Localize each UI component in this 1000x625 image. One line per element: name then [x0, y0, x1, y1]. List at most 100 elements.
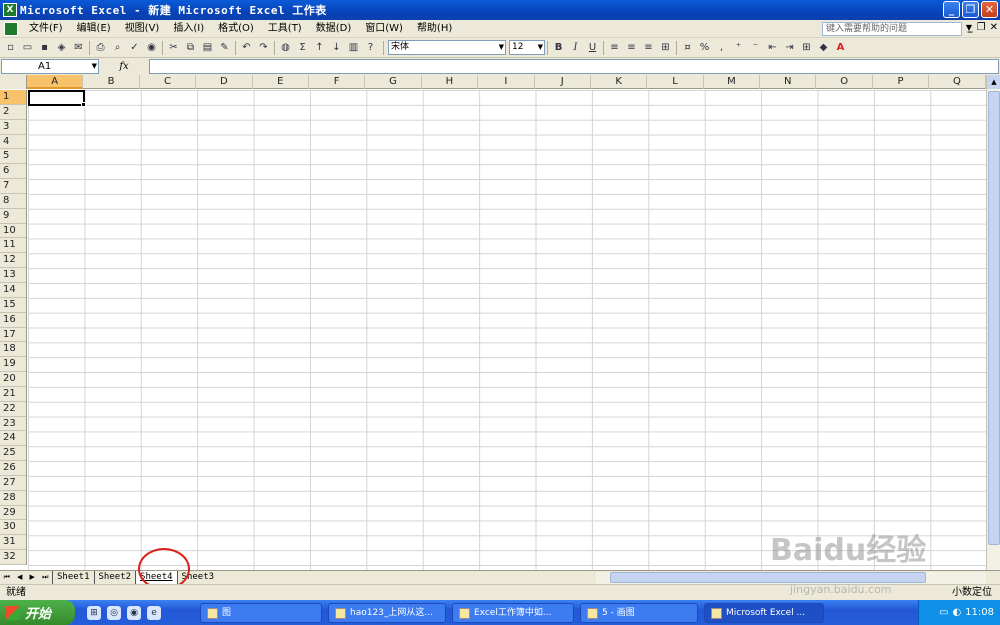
column-header[interactable]: I	[478, 75, 535, 89]
menu-data[interactable]: 数据(D)	[309, 20, 359, 38]
start-button[interactable]: 开始	[0, 600, 75, 625]
workbook-minimize-button[interactable]: _	[968, 22, 973, 33]
redo-icon[interactable]: ↷	[255, 40, 272, 56]
percent-button[interactable]: %	[696, 40, 713, 56]
menu-file[interactable]: 文件(F)	[22, 20, 70, 38]
scroll-up-icon[interactable]: ▲	[987, 75, 1000, 89]
menu-window[interactable]: 窗口(W)	[358, 20, 410, 38]
column-header[interactable]: M	[704, 75, 761, 89]
print-icon[interactable]: ⎙	[92, 40, 109, 56]
align-right-icon[interactable]: ≡	[640, 40, 657, 56]
insert-function-icon[interactable]: fx	[99, 61, 149, 72]
clock[interactable]: 11:08	[965, 607, 994, 618]
row-header[interactable]: 30	[0, 520, 26, 536]
task-excel[interactable]: Microsoft Excel ...	[704, 603, 824, 623]
column-header[interactable]: K	[591, 75, 648, 89]
hyperlink-icon[interactable]: ◍	[277, 40, 294, 56]
workbook-icon[interactable]	[4, 21, 18, 36]
underline-button[interactable]: U	[584, 40, 601, 56]
column-header[interactable]: F	[309, 75, 366, 89]
row-header[interactable]: 28	[0, 491, 26, 506]
email-icon[interactable]: ✉	[70, 40, 87, 56]
row-header[interactable]: 20	[0, 372, 26, 387]
decrease-indent-icon[interactable]: ⇤	[764, 40, 781, 56]
row-header[interactable]: 9	[0, 209, 26, 224]
fill-color-icon[interactable]: ◆	[815, 40, 832, 56]
next-sheet-icon[interactable]: ▶	[30, 573, 35, 582]
row-header[interactable]: 25	[0, 446, 26, 462]
row-header[interactable]: 12	[0, 253, 26, 269]
menu-insert[interactable]: 插入(I)	[166, 20, 211, 38]
format-painter-icon[interactable]: ✎	[216, 40, 233, 56]
first-sheet-icon[interactable]: ⏮	[4, 573, 10, 582]
bold-button[interactable]: B	[550, 40, 567, 56]
column-header[interactable]: Q	[929, 75, 986, 89]
minimize-button[interactable]: _	[943, 1, 960, 18]
tab-sheet1[interactable]: Sheet1	[52, 571, 94, 584]
name-box[interactable]: A1 ▼	[1, 59, 99, 74]
restore-button[interactable]: ❐	[962, 1, 979, 18]
volume-icon[interactable]: ◐	[952, 607, 961, 618]
paste-icon[interactable]: ▤	[199, 40, 216, 56]
borders-icon[interactable]: ⊞	[798, 40, 815, 56]
column-header[interactable]: N	[760, 75, 817, 89]
increase-decimal-icon[interactable]: ⁺	[730, 40, 747, 56]
sort-descending-icon[interactable]: ↓	[328, 40, 345, 56]
column-header[interactable]: O	[816, 75, 873, 89]
autosum-icon[interactable]: Σ	[294, 40, 311, 56]
task-document[interactable]: Excel工作簿中如...	[452, 603, 574, 623]
menu-format[interactable]: 格式(O)	[211, 20, 261, 38]
chevron-down-icon[interactable]: ▼	[538, 41, 543, 54]
cut-icon[interactable]: ✂	[165, 40, 182, 56]
task-browser[interactable]: hao123_上网从这...	[328, 603, 446, 623]
task-folder[interactable]: 图	[200, 603, 322, 623]
font-color-icon[interactable]: A	[832, 40, 849, 56]
comma-style-icon[interactable]: ,	[713, 40, 730, 56]
currency-icon[interactable]: ¤	[679, 40, 696, 56]
row-header[interactable]: 1	[0, 90, 26, 105]
column-header[interactable]: P	[873, 75, 930, 89]
permission-icon[interactable]: ◈	[53, 40, 70, 56]
workbook-restore-button[interactable]: ❐	[977, 22, 986, 33]
row-header[interactable]: 16	[0, 313, 26, 328]
row-header[interactable]: 6	[0, 164, 26, 180]
chevron-down-icon[interactable]: ▼	[499, 41, 504, 54]
vertical-scrollbar[interactable]: ▲	[986, 75, 1000, 570]
row-header[interactable]: 7	[0, 179, 26, 194]
windows-icon[interactable]: ⊞	[87, 605, 101, 620]
new-icon[interactable]: ▫	[2, 40, 19, 56]
ie-icon[interactable]: e	[147, 605, 161, 620]
media-icon[interactable]: ◉	[127, 605, 141, 620]
row-header[interactable]: 17	[0, 328, 26, 343]
row-header[interactable]: 22	[0, 402, 26, 417]
column-header[interactable]: H	[422, 75, 479, 89]
row-header[interactable]: 21	[0, 387, 26, 402]
horizontal-scroll-thumb[interactable]	[610, 572, 926, 583]
copy-icon[interactable]: ⧉	[182, 40, 199, 56]
prev-sheet-icon[interactable]: ◀	[17, 573, 22, 582]
row-header[interactable]: 27	[0, 476, 26, 491]
column-header[interactable]: E	[253, 75, 309, 89]
undo-icon[interactable]: ↶	[238, 40, 255, 56]
help-icon[interactable]: ?	[362, 40, 379, 56]
column-header[interactable]: G	[365, 75, 422, 89]
row-header[interactable]: 2	[0, 105, 26, 120]
row-header[interactable]: 13	[0, 268, 26, 283]
sort-ascending-icon[interactable]: ↑	[311, 40, 328, 56]
task-paint[interactable]: 5 - 画图	[580, 603, 698, 623]
browser-icon[interactable]: ◎	[107, 605, 121, 620]
formula-input[interactable]	[149, 59, 999, 74]
menu-edit[interactable]: 编辑(E)	[70, 20, 118, 38]
merge-center-icon[interactable]: ⊞	[657, 40, 674, 56]
column-header[interactable]: L	[647, 75, 704, 89]
row-header[interactable]: 24	[0, 431, 26, 447]
menu-help[interactable]: 帮助(H)	[410, 20, 459, 38]
save-icon[interactable]: ▪	[36, 40, 53, 56]
row-header[interactable]: 3	[0, 120, 26, 135]
fill-handle[interactable]	[81, 102, 86, 107]
row-header[interactable]: 11	[0, 238, 26, 254]
row-header[interactable]: 23	[0, 417, 26, 432]
research-icon[interactable]: ◉	[143, 40, 160, 56]
font-size-select[interactable]: 12 ▼	[509, 40, 545, 55]
row-header[interactable]: 14	[0, 283, 26, 298]
